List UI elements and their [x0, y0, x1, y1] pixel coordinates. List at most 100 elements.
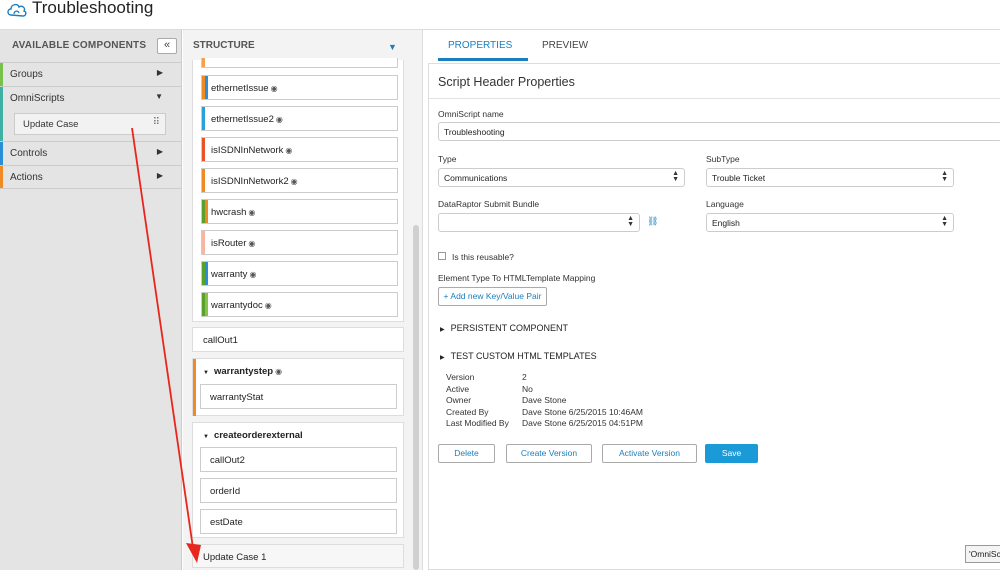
structure-item[interactable]: isRouter ◉	[201, 230, 398, 255]
structure-item[interactable]: orderId	[200, 478, 397, 503]
structure-group-box: ethernetIssue ◉ ethernetIssue2 ◉ isISDNInN…	[192, 58, 404, 322]
select-arrows-icon: ▲ ▼	[941, 170, 948, 183]
eye-icon[interactable]: ◉	[291, 177, 298, 186]
meta-label: Created By	[446, 406, 489, 417]
delete-button[interactable]: Delete	[438, 444, 495, 463]
eye-icon[interactable]: ◉	[275, 367, 282, 376]
item-label-wrap: ethernetIssue ◉	[211, 83, 278, 94]
item-label: orderId	[210, 486, 241, 497]
structure-item[interactable]: warrantyStat	[200, 384, 397, 409]
reusable-checkbox[interactable]	[438, 252, 446, 260]
eye-icon[interactable]: ◉	[276, 115, 283, 124]
item-label: callOut1	[203, 335, 238, 346]
item-color-stripe	[205, 262, 208, 285]
tab-properties[interactable]: PROPERTIES	[448, 40, 512, 51]
create-version-button[interactable]: Create Version	[506, 444, 592, 463]
tab-bar: PROPERTIES PREVIEW	[424, 30, 1000, 61]
item-label: isISDNInNetwork2	[211, 176, 289, 187]
item-color-stripe	[205, 293, 208, 316]
structure-item[interactable]: estDate	[200, 509, 397, 534]
item-label-wrap: isISDNInNetwork ◉	[211, 145, 292, 156]
link-icon[interactable]: ⛓	[647, 216, 658, 227]
category-actions[interactable]: Actions ▶	[0, 165, 181, 189]
omniscript-name-label: OmniScript name	[438, 109, 504, 119]
type-select[interactable]: Communications ▲ ▼	[438, 168, 685, 187]
structure-item-callout1[interactable]: callOut1	[192, 327, 404, 352]
meta-value: No	[522, 383, 533, 394]
item-color-stripe	[205, 76, 208, 99]
structure-item[interactable]: isISDNInNetwork2 ◉	[201, 168, 398, 193]
activate-version-button[interactable]: Activate Version	[602, 444, 697, 463]
category-color-bar	[0, 142, 3, 165]
section-persistent-component[interactable]: ▶ PERSISTENT COMPONENT	[440, 323, 568, 333]
select-value: English	[712, 218, 740, 228]
eye-icon[interactable]: ◉	[271, 84, 278, 93]
structure-item[interactable]: warranty ◉	[201, 261, 398, 286]
component-update-case[interactable]: Update Case ⠿	[14, 113, 166, 135]
item-label: warrantydoc	[211, 300, 263, 311]
language-label: Language	[706, 199, 744, 209]
structure-item[interactable]: callOut2	[200, 447, 397, 472]
structure-item[interactable]: hwcrash ◉	[201, 199, 398, 224]
component-label: Update Case	[23, 119, 79, 130]
select-arrows-icon: ▲ ▼	[941, 215, 948, 228]
save-button[interactable]: Save	[705, 444, 758, 463]
category-label: Actions	[10, 172, 43, 183]
add-key-value-pair-button[interactable]: + Add new Key/Value Pair	[438, 287, 547, 306]
structure-scrollbar[interactable]	[413, 225, 419, 570]
top-bar: Troubleshooting	[0, 0, 1000, 30]
collapse-panel-button[interactable]: «	[157, 38, 177, 54]
item-label: warrantyStat	[210, 392, 264, 403]
app-title: Troubleshooting	[32, 0, 154, 17]
item-color-stripe	[205, 200, 208, 223]
category-groups[interactable]: Groups ▶	[0, 62, 181, 86]
meta-value: Dave Stone 6/25/2015 10:46AM	[522, 406, 643, 417]
structure-block-createorderexternal[interactable]: ▼ createorderexternal callOut2 orderId es…	[192, 422, 404, 538]
tab-preview[interactable]: PREVIEW	[542, 40, 588, 51]
item-label: callOut2	[210, 455, 245, 466]
item-label-wrap: hwcrash ◉	[211, 207, 255, 218]
omniscript-name-field[interactable]: Troubleshooting	[438, 122, 1000, 141]
structure-item[interactable]: isISDNInNetwork ◉	[201, 137, 398, 162]
eye-icon[interactable]: ◉	[248, 208, 255, 217]
block-title: createorderexternal	[213, 430, 303, 441]
category-omniscripts[interactable]: OmniScripts ▼ Update Case ⠿	[0, 86, 181, 141]
reusable-label: Is this reusable?	[452, 252, 514, 262]
item-color-stripe	[193, 359, 196, 416]
section-label: PERSISTENT COMPONENT	[450, 323, 568, 333]
structure-item-dropped[interactable]: Update Case 1	[192, 544, 404, 568]
structure-block-warrantystep[interactable]: ▼ warrantystep ◉ warrantyStat	[192, 358, 404, 416]
meta-value: 2	[522, 372, 527, 382]
version-meta-labels: Version Active Owner Created By Last Mod…	[446, 372, 509, 430]
eye-icon[interactable]: ◉	[285, 146, 292, 155]
caret-down-icon: ▼	[155, 92, 163, 101]
item-label-wrap: warrantydoc ◉	[211, 300, 272, 311]
eye-icon[interactable]: ◉	[248, 239, 255, 248]
eye-icon[interactable]: ◉	[265, 301, 272, 310]
caret-down-icon[interactable]: ▼	[203, 434, 209, 440]
available-components-header: AVAILABLE COMPONENTS «	[0, 30, 181, 62]
category-controls[interactable]: Controls ▶	[0, 141, 181, 165]
select-value: Trouble Ticket	[712, 173, 766, 183]
section-test-custom-html-templates[interactable]: ▶ TEST CUSTOM HTML TEMPLATES	[440, 351, 597, 361]
type-label: Type	[438, 154, 457, 164]
properties-panel: PROPERTIES PREVIEW Script Header Propert…	[424, 30, 1000, 570]
subtype-select[interactable]: Trouble Ticket ▲ ▼	[706, 168, 954, 187]
tooltip: 'OmniSc	[965, 545, 1000, 563]
cloud-logo-icon	[7, 3, 27, 17]
drag-handle-icon[interactable]: ⠿	[153, 117, 160, 128]
caret-down-icon[interactable]: ▼	[203, 370, 209, 376]
meta-label: Last Modified By	[446, 418, 509, 428]
item-label-wrap: isISDNInNetwork2 ◉	[211, 176, 298, 187]
structure-panel: STRUCTURE ▼ ethernetIssue ◉ ethernetIssue…	[183, 30, 423, 570]
language-select[interactable]: English ▲ ▼	[706, 213, 954, 232]
filter-icon[interactable]: ▼	[388, 42, 397, 52]
structure-item[interactable]: ethernetIssue2 ◉	[201, 106, 398, 131]
structure-item[interactable]: ethernetIssue ◉	[201, 75, 398, 100]
bundle-select[interactable]: ▲ ▼	[438, 213, 640, 232]
structure-item-partial[interactable]	[201, 58, 398, 68]
structure-item[interactable]: warrantydoc ◉	[201, 292, 398, 317]
item-label: ethernetIssue	[211, 83, 269, 94]
eye-icon[interactable]: ◉	[249, 270, 256, 279]
item-label: ethernetIssue2	[211, 114, 274, 125]
